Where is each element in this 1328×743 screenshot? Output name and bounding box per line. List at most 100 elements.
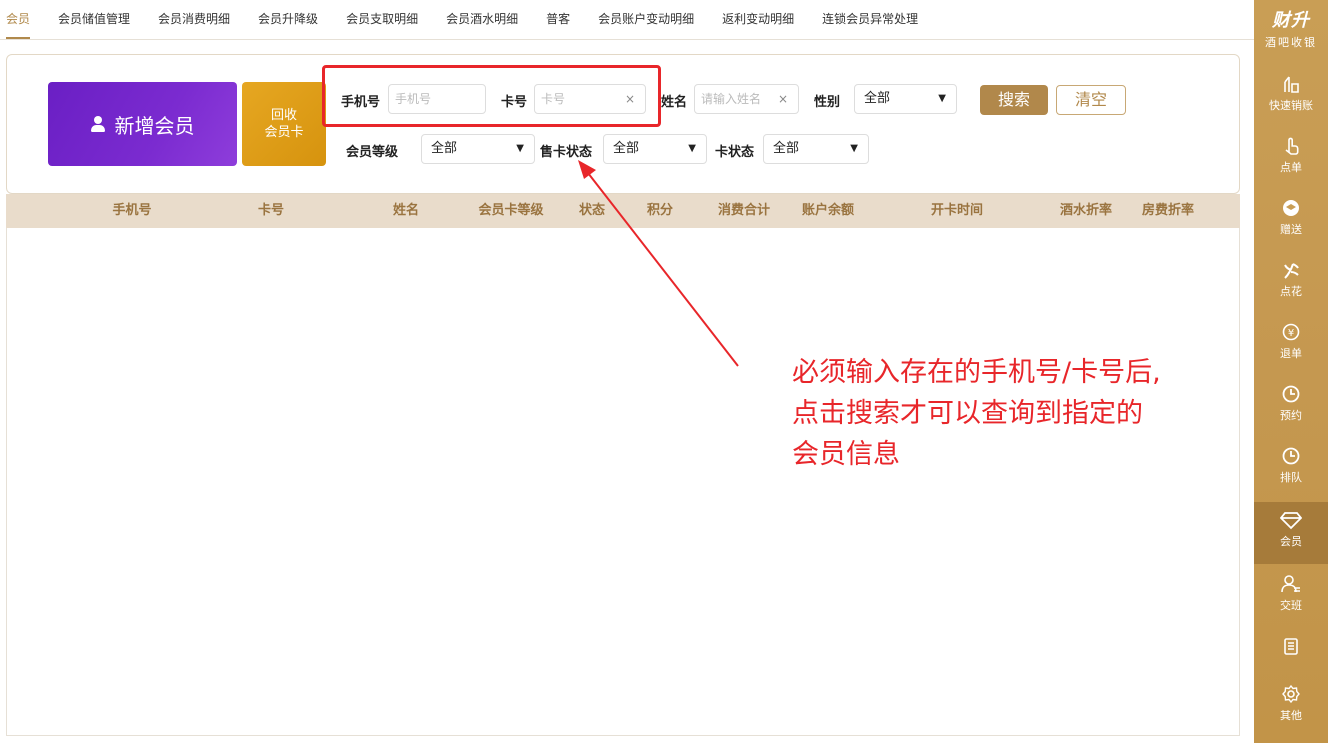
tab-chain-exception[interactable]: 连锁会员异常处理 bbox=[822, 0, 918, 40]
right-sidebar: 财升 酒吧收银 快速销账 点单 赠送 点花 ¥ 退单 预约 排队 会员 交班 其… bbox=[1254, 0, 1328, 743]
column-header[interactable]: 酒水折率 bbox=[1060, 194, 1112, 228]
annotation-line: 会员信息 bbox=[792, 439, 900, 470]
brand-logo: 财升 bbox=[1272, 10, 1310, 31]
sidebar-item-label: 其他 bbox=[1280, 709, 1302, 722]
recycle-label-2: 会员卡 bbox=[264, 125, 304, 140]
search-button[interactable]: 搜索 bbox=[980, 85, 1048, 115]
quick-checkout-icon bbox=[1284, 76, 1299, 93]
name-label: 姓名 bbox=[661, 95, 688, 110]
clock-icon bbox=[1282, 447, 1300, 465]
handover-icon bbox=[1281, 575, 1300, 593]
svg-text:¥: ¥ bbox=[1288, 328, 1294, 339]
sale-status-label: 售卡状态 bbox=[540, 145, 593, 160]
phone-label: 手机号 bbox=[341, 95, 381, 110]
sidebar-item-label: 预约 bbox=[1280, 409, 1302, 422]
column-header[interactable]: 手机号 bbox=[112, 194, 151, 228]
brand-subtitle: 酒吧收银 bbox=[1265, 36, 1317, 49]
diamond-icon bbox=[1280, 512, 1302, 530]
sale-status-select[interactable]: 全部 ▼ bbox=[603, 134, 707, 164]
sidebar-item-reservation[interactable]: 预约 bbox=[1254, 376, 1328, 438]
table-header: 手机号 卡号 姓名 会员卡等级 状态 积分 消费合计 账户余额 开卡时间 酒水折… bbox=[6, 194, 1240, 228]
name-input[interactable]: 请输入姓名 × bbox=[694, 84, 799, 114]
sidebar-item-label: 退单 bbox=[1280, 347, 1302, 360]
column-header[interactable]: 消费合计 bbox=[718, 194, 770, 228]
caret-down-icon: ▼ bbox=[688, 143, 696, 154]
card-status-label: 卡状态 bbox=[715, 145, 755, 160]
annotation-text: 必须输入存在的手机号/卡号后, 点击搜索才可以查询到指定的 会员信息 bbox=[792, 352, 1247, 475]
refund-icon: ¥ bbox=[1282, 323, 1300, 341]
tab-withdraw-detail[interactable]: 会员支取明细 bbox=[346, 0, 418, 40]
sidebar-item-member[interactable]: 会员 bbox=[1254, 502, 1328, 564]
sidebar-item-queue[interactable]: 排队 bbox=[1254, 438, 1328, 500]
sidebar-item-gift[interactable]: 赠送 bbox=[1254, 190, 1328, 252]
column-header[interactable]: 账户余额 bbox=[802, 194, 854, 228]
column-header[interactable]: 卡号 bbox=[258, 194, 284, 228]
tab-stored-value[interactable]: 会员储值管理 bbox=[58, 0, 130, 40]
card-placeholder: 卡号 bbox=[541, 92, 566, 106]
card-status-value: 全部 bbox=[773, 141, 800, 156]
gender-select[interactable]: 全部 ▼ bbox=[854, 84, 957, 114]
report-icon bbox=[1284, 638, 1298, 655]
tap-order-icon bbox=[1285, 137, 1299, 155]
tab-account-change[interactable]: 会员账户变动明细 bbox=[598, 0, 694, 40]
member-page: 会员 会员储值管理 会员消费明细 会员升降级 会员支取明细 会员酒水明细 普客 … bbox=[0, 0, 1328, 743]
column-header[interactable]: 会员卡等级 bbox=[478, 194, 543, 228]
brand: 财升 酒吧收银 bbox=[1254, 0, 1328, 58]
table-body bbox=[6, 228, 1240, 736]
column-header[interactable]: 姓名 bbox=[393, 194, 419, 228]
level-label: 会员等级 bbox=[346, 145, 399, 160]
sidebar-item-flower[interactable]: 点花 bbox=[1254, 252, 1328, 314]
name-placeholder: 请输入姓名 bbox=[701, 92, 762, 106]
gear-icon bbox=[1282, 684, 1300, 704]
column-header[interactable]: 开卡时间 bbox=[931, 194, 983, 228]
sidebar-item-label: 点单 bbox=[1280, 161, 1302, 174]
tab-rebate-change[interactable]: 返利变动明细 bbox=[722, 0, 794, 40]
sidebar-item-label: 交班 bbox=[1280, 599, 1302, 612]
sidebar-item-other[interactable]: 其他 bbox=[1254, 676, 1328, 738]
sidebar-item-label: 会员 bbox=[1280, 535, 1302, 548]
sidebar-item-label: 排队 bbox=[1280, 471, 1302, 484]
sidebar-item-label: 点花 bbox=[1280, 285, 1302, 298]
annotation-line: 必须输入存在的手机号/卡号后, bbox=[792, 357, 1161, 388]
card-input[interactable]: 卡号 × bbox=[534, 84, 646, 114]
sidebar-item-refund[interactable]: ¥ 退单 bbox=[1254, 314, 1328, 376]
gender-label: 性别 bbox=[814, 95, 841, 110]
clear-button[interactable]: 清空 bbox=[1056, 85, 1126, 115]
tab-drinks-detail[interactable]: 会员酒水明细 bbox=[446, 0, 518, 40]
recycle-card-button[interactable]: 回收 会员卡 bbox=[242, 82, 326, 166]
sidebar-item-order[interactable]: 点单 bbox=[1254, 128, 1328, 190]
user-icon bbox=[90, 116, 105, 132]
tab-consumption-detail[interactable]: 会员消费明细 bbox=[158, 0, 230, 40]
clock-icon bbox=[1282, 385, 1300, 403]
search-panel: 新增会员 回收 会员卡 手机号 手机号 卡号 卡号 × 姓名 请输入姓名 × 性… bbox=[6, 54, 1240, 194]
sidebar-item-quick-checkout[interactable]: 快速销账 bbox=[1254, 66, 1328, 128]
column-header[interactable]: 积分 bbox=[647, 194, 673, 228]
caret-down-icon: ▼ bbox=[938, 93, 946, 104]
sidebar-item-label: 快速销账 bbox=[1269, 99, 1313, 112]
column-header[interactable]: 状态 bbox=[579, 194, 605, 228]
flower-icon bbox=[1284, 263, 1299, 279]
card-label: 卡号 bbox=[501, 95, 528, 110]
column-header[interactable]: 房费折率 bbox=[1142, 194, 1194, 228]
top-tab-bar: 会员 会员储值管理 会员消费明细 会员升降级 会员支取明细 会员酒水明细 普客 … bbox=[0, 0, 1254, 40]
card-clear-icon[interactable]: × bbox=[625, 85, 635, 113]
add-member-button[interactable]: 新增会员 bbox=[48, 82, 237, 166]
card-status-select[interactable]: 全部 ▼ bbox=[763, 134, 869, 164]
level-select[interactable]: 全部 ▼ bbox=[421, 134, 535, 164]
caret-down-icon: ▼ bbox=[516, 143, 524, 154]
caret-down-icon: ▼ bbox=[850, 143, 858, 154]
tab-level-change[interactable]: 会员升降级 bbox=[258, 0, 318, 40]
add-member-label: 新增会员 bbox=[114, 113, 195, 138]
tab-member[interactable]: 会员 bbox=[6, 0, 31, 40]
gender-value: 全部 bbox=[864, 91, 891, 106]
annotation-line: 点击搜索才可以查询到指定的 bbox=[792, 398, 1143, 429]
sidebar-item-handover[interactable]: 交班 bbox=[1254, 566, 1328, 628]
name-clear-icon[interactable]: × bbox=[778, 85, 788, 113]
sidebar-item-label: 赠送 bbox=[1280, 223, 1302, 236]
gift-icon bbox=[1283, 200, 1299, 216]
phone-input[interactable]: 手机号 bbox=[388, 84, 486, 114]
sale-status-value: 全部 bbox=[613, 141, 640, 156]
tab-regular-guest[interactable]: 普客 bbox=[546, 0, 570, 40]
recycle-label-1: 回收 bbox=[270, 108, 297, 123]
level-value: 全部 bbox=[431, 141, 458, 156]
